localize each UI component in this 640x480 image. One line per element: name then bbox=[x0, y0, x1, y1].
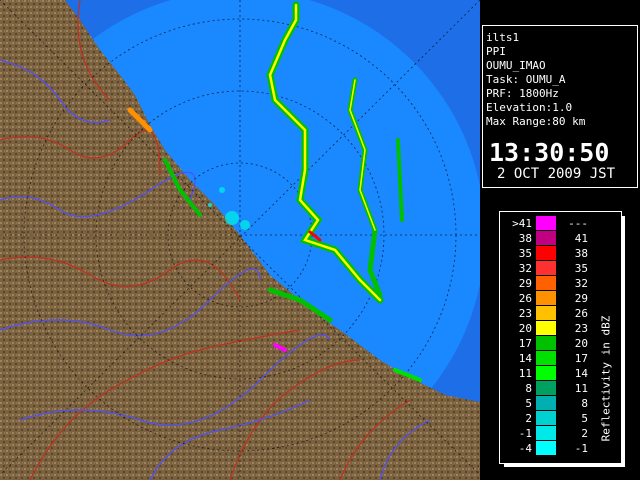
legend-swatch bbox=[536, 231, 556, 245]
scan-mode: PPI bbox=[486, 45, 506, 58]
legend-swatch bbox=[536, 426, 556, 440]
legend-low-value: 32 bbox=[518, 262, 532, 275]
site-code: OUMU_IMAO bbox=[486, 59, 546, 72]
elevation-label: Elevation:1.0 bbox=[486, 101, 573, 114]
legend-title: Reflectivity in dBZ bbox=[599, 315, 613, 442]
legend-high-value: 29 bbox=[574, 292, 588, 305]
sidebar: ilts1 PPI OUMU_IMAO Task: OUMU_A PRF: 18… bbox=[480, 0, 640, 480]
radar-map bbox=[0, 0, 480, 480]
legend-swatch bbox=[536, 306, 556, 320]
legend-high-value: 32 bbox=[574, 277, 588, 290]
legend-swatch bbox=[536, 291, 556, 305]
legend-low-value: 5 bbox=[525, 397, 532, 410]
max-range-label: Max Range:80 km bbox=[486, 115, 586, 128]
legend-low-value: 38 bbox=[518, 232, 532, 245]
legend-high-value: 17 bbox=[574, 352, 588, 365]
legend-high-value: -1 bbox=[574, 442, 588, 455]
time-display: 13:30:50 bbox=[489, 138, 610, 167]
info-panel: ilts1 PPI OUMU_IMAO Task: OUMU_A PRF: 18… bbox=[482, 25, 638, 188]
color-legend: >41 --- 38 41 35 38 32 35 29 32 26 29 23 26 20 23 17 20 14… bbox=[499, 211, 622, 464]
legend-high-value: 26 bbox=[574, 307, 588, 320]
legend-row: 38 41 bbox=[500, 231, 621, 246]
legend-high-value: 2 bbox=[581, 427, 588, 440]
legend-swatch bbox=[536, 381, 556, 395]
legend-row: 35 38 bbox=[500, 246, 621, 261]
legend-low-value: -1 bbox=[518, 427, 532, 440]
legend-low-value: 23 bbox=[518, 307, 532, 320]
legend-swatch bbox=[536, 336, 556, 350]
legend-high-value: 20 bbox=[574, 337, 588, 350]
legend-swatch bbox=[536, 276, 556, 290]
legend-low-value: 35 bbox=[518, 247, 532, 260]
legend-low-value: -4 bbox=[518, 442, 532, 455]
legend-high-value: 41 bbox=[574, 232, 588, 245]
legend-low-value: 2 bbox=[525, 412, 532, 425]
legend-high-value: 8 bbox=[581, 397, 588, 410]
legend-low-value: 17 bbox=[518, 337, 532, 350]
legend-low-value: >41 bbox=[512, 217, 532, 230]
legend-swatch bbox=[536, 411, 556, 425]
radar-name: ilts1 bbox=[486, 31, 520, 44]
legend-swatch bbox=[536, 366, 556, 380]
date-display: 2 OCT 2009 JST bbox=[497, 166, 616, 182]
legend-swatch bbox=[536, 441, 556, 455]
legend-high-value: 5 bbox=[581, 412, 588, 425]
legend-title-box: Reflectivity in dBZ bbox=[596, 272, 616, 472]
legend-swatch bbox=[536, 261, 556, 275]
legend-low-value: 8 bbox=[525, 382, 532, 395]
legend-high-value: --- bbox=[568, 217, 588, 230]
prf-label: PRF: 1800Hz bbox=[486, 87, 559, 100]
legend-high-value: 11 bbox=[574, 382, 588, 395]
legend-swatch bbox=[536, 321, 556, 335]
legend-swatch bbox=[536, 216, 556, 230]
task-label: Task: OUMU_A bbox=[486, 73, 566, 86]
legend-high-value: 14 bbox=[574, 367, 588, 380]
legend-low-value: 14 bbox=[518, 352, 532, 365]
legend-high-value: 35 bbox=[574, 262, 588, 275]
legend-high-value: 38 bbox=[574, 247, 588, 260]
legend-swatch bbox=[536, 396, 556, 410]
legend-low-value: 20 bbox=[518, 322, 532, 335]
legend-low-value: 11 bbox=[518, 367, 532, 380]
legend-high-value: 23 bbox=[574, 322, 588, 335]
legend-swatch bbox=[536, 246, 556, 260]
legend-low-value: 26 bbox=[518, 292, 532, 305]
legend-row: >41 --- bbox=[500, 216, 621, 231]
legend-swatch bbox=[536, 351, 556, 365]
legend-low-value: 29 bbox=[518, 277, 532, 290]
